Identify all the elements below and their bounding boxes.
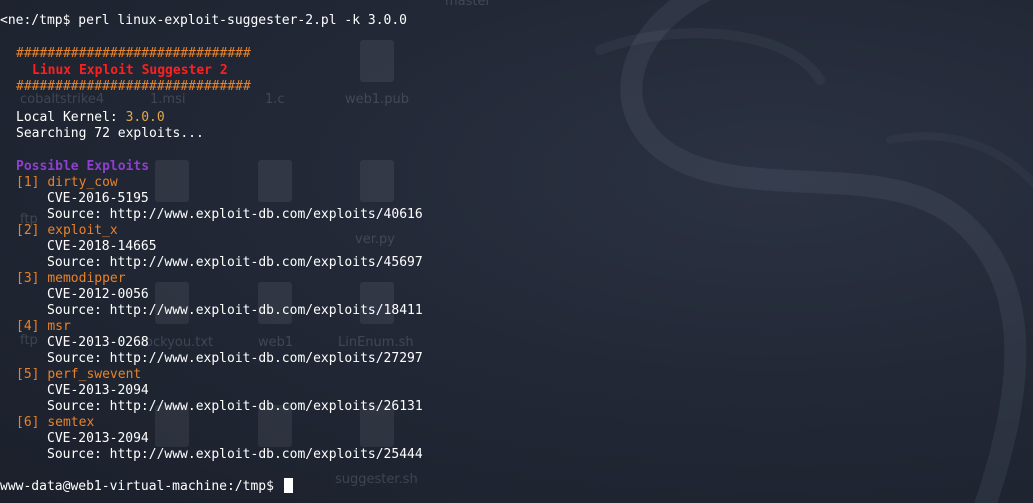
exploit-number: [3]: [16, 271, 40, 286]
exploit-source: Source: http://www.exploit-db.com/exploi…: [47, 255, 423, 270]
exploit-source: Source: http://www.exploit-db.com/exploi…: [47, 303, 423, 318]
exploit-entry-title: [1] dirty_cow: [16, 175, 118, 191]
desktop-screen: cobaltstrike4 1.msi 1.c web1.pub ftp ver…: [0, 0, 1033, 503]
exploit-source: Source: http://www.exploit-db.com/exploi…: [47, 207, 423, 222]
command-line: <ne:/tmp$ perl linux-exploit-suggester-2…: [0, 13, 407, 29]
shell-input-line[interactable]: www-data@web1-virtual-machine:/tmp$: [0, 478, 293, 494]
exploit-entry-title: [4] msr: [16, 319, 71, 335]
exploit-cve: CVE-2012-0056: [47, 287, 149, 302]
text-cursor: [283, 478, 293, 493]
exploit-source: Source: http://www.exploit-db.com/exploi…: [47, 351, 423, 366]
local-kernel-line: Local Kernel: 3.0.0: [16, 110, 165, 126]
exploit-name: perf_swevent: [47, 367, 142, 382]
exploit-number: [6]: [16, 415, 40, 430]
exploit-name: dirty_cow: [47, 175, 118, 190]
command-text: perl linux-exploit-suggester-2.pl -k 3.0…: [78, 13, 408, 28]
banner-title: Linux Exploit Suggester 2: [32, 63, 228, 78]
exploit-entry-title: [6] semtex: [16, 415, 94, 431]
exploit-number: [4]: [16, 319, 40, 334]
local-kernel-label: Local Kernel:: [16, 110, 126, 125]
exploit-cve: CVE-2013-2094: [47, 431, 149, 446]
exploit-entry-title: [3] memodipper: [16, 271, 126, 287]
exploit-source: Source: http://www.exploit-db.com/exploi…: [47, 399, 423, 414]
exploit-name: msr: [47, 319, 71, 334]
exploit-source: Source: http://www.exploit-db.com/exploi…: [47, 447, 423, 462]
exploit-entry-title: [5] perf_swevent: [16, 367, 141, 383]
exploit-name: exploit_x: [47, 223, 118, 238]
exploit-number: [2]: [16, 223, 40, 238]
banner-border-bottom: ##############################: [16, 79, 251, 94]
exploit-number: [1]: [16, 175, 40, 190]
local-kernel-value: 3.0.0: [125, 110, 165, 125]
exploit-name: memodipper: [47, 271, 126, 286]
exploit-cve: CVE-2013-2094: [47, 383, 149, 398]
possible-exploits-heading: Possible Exploits: [16, 159, 150, 174]
exploit-cve: CVE-2018-14665: [47, 239, 157, 254]
searching-line: Searching 72 exploits...: [16, 126, 204, 141]
shell-prompt: <ne:/tmp$: [0, 13, 79, 28]
terminal-window[interactable]: <ne:/tmp$ perl linux-exploit-suggester-2…: [0, 0, 1033, 503]
final-shell-prompt: www-data@web1-virtual-machine:/tmp$: [0, 479, 282, 494]
exploit-name: semtex: [47, 415, 95, 430]
exploit-entry-title: [2] exploit_x: [16, 223, 118, 239]
banner-border-top: ##############################: [16, 46, 251, 61]
exploit-cve: CVE-2016-5195: [47, 191, 149, 206]
exploit-number: [5]: [16, 367, 40, 382]
exploit-cve: CVE-2013-0268: [47, 335, 149, 350]
